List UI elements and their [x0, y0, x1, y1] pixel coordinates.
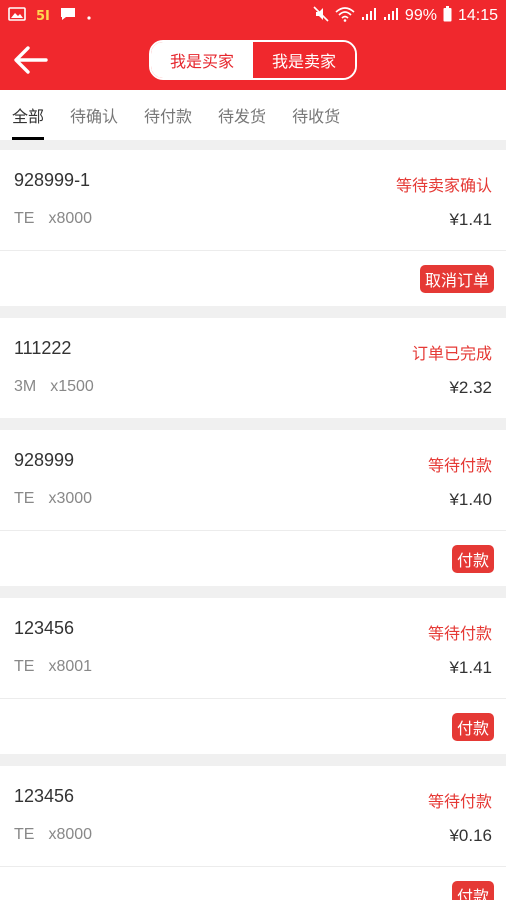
- order-number: 928999-1: [14, 170, 91, 190]
- order-brand: 3M: [14, 378, 37, 395]
- tab-pending-payment[interactable]: 待付款: [144, 90, 192, 140]
- order-status: 等待卖家确认: [395, 176, 492, 195]
- order-summary: 111222 订单已完成 3M x1500 ¥2.32: [0, 318, 506, 418]
- order-quantity: x8000: [48, 826, 93, 843]
- arrow-left-icon: [14, 46, 48, 74]
- status-left: 5I: [8, 7, 92, 25]
- cancel-order-button[interactable]: 取消订单: [419, 265, 494, 293]
- order-actions: 付款: [0, 530, 506, 586]
- order-summary: 123456 等待付款 TE x8000 ¥0.16: [0, 766, 506, 866]
- order-actions: 付款: [0, 698, 506, 754]
- seller-segment[interactable]: 我是卖家: [253, 42, 355, 78]
- back-button[interactable]: [10, 42, 50, 78]
- gallery-icon: [8, 7, 26, 25]
- order-number: 123456: [14, 618, 75, 638]
- order-quantity: x1500: [50, 378, 94, 395]
- order-status: 等待付款: [427, 456, 492, 475]
- message-icon: [60, 7, 76, 25]
- order-card[interactable]: 123456 等待付款 TE x8000 ¥0.16 付款: [0, 766, 506, 900]
- order-list: 928999-1 等待卖家确认 TE x8000 ¥1.41 取消订单 11122…: [0, 150, 506, 900]
- order-quantity: x8000: [48, 210, 93, 227]
- order-product-info: TE x3000: [14, 490, 92, 508]
- order-summary: 928999-1 等待卖家确认 TE x8000 ¥1.41: [0, 150, 506, 250]
- tab-all[interactable]: 全部: [12, 90, 45, 140]
- order-brand: TE: [14, 826, 35, 843]
- signal-icon-1: [361, 7, 377, 26]
- order-price: ¥1.41: [449, 210, 492, 229]
- order-number: 123456: [14, 786, 75, 806]
- order-price: ¥2.32: [449, 378, 492, 397]
- order-summary: 928999 等待付款 TE x3000 ¥1.40: [0, 430, 506, 530]
- header: 我是买家 我是卖家: [0, 32, 506, 90]
- wifi-icon: [335, 6, 355, 27]
- order-tabs: 全部 待确认 待付款 待发货 待收货: [0, 90, 506, 140]
- order-product-info: 3M x1500: [14, 378, 94, 396]
- pay-button[interactable]: 付款: [451, 713, 494, 741]
- order-brand: TE: [14, 210, 35, 227]
- tab-pending-receipt[interactable]: 待收货: [292, 90, 340, 140]
- tab-pending-confirm[interactable]: 待确认: [70, 90, 118, 140]
- order-actions: 取消订单: [0, 250, 506, 306]
- dot-icon: [86, 7, 92, 25]
- order-status: 等待付款: [427, 624, 492, 643]
- role-segmented-control: 我是买家 我是卖家: [149, 40, 357, 80]
- order-status: 等待付款: [427, 792, 492, 811]
- order-actions: 付款: [0, 866, 506, 900]
- order-brand: TE: [14, 658, 35, 675]
- battery-icon: [443, 5, 452, 27]
- tab-pending-shipment[interactable]: 待发货: [218, 90, 266, 140]
- order-product-info: TE x8000: [14, 826, 92, 844]
- pay-button[interactable]: 付款: [451, 545, 494, 573]
- battery-percent: 99%: [404, 7, 437, 24]
- order-status: 订单已完成: [411, 344, 492, 363]
- order-price: ¥1.41: [449, 658, 492, 677]
- order-summary: 123456 等待付款 TE x8001 ¥1.41: [0, 598, 506, 698]
- status-right: 99% 14:15: [313, 5, 498, 27]
- order-number: 928999: [14, 450, 75, 470]
- pay-button[interactable]: 付款: [451, 881, 494, 900]
- buyer-segment[interactable]: 我是买家: [151, 42, 253, 78]
- order-card[interactable]: 928999 等待付款 TE x3000 ¥1.40 付款: [0, 430, 506, 586]
- mute-icon: [313, 5, 329, 27]
- order-price: ¥0.16: [449, 826, 492, 845]
- order-quantity: x3000: [48, 490, 93, 507]
- order-product-info: TE x8001: [14, 658, 92, 676]
- clock: 14:15: [457, 7, 498, 24]
- app-51-icon: 5I: [36, 8, 50, 24]
- screen: 5I 99% 14:15 我是买家 我是卖家 全部 待确认 待付款 待发货 待收…: [0, 0, 506, 900]
- status-bar: 5I 99% 14:15: [0, 0, 506, 32]
- order-card[interactable]: 111222 订单已完成 3M x1500 ¥2.32: [0, 318, 506, 418]
- order-quantity: x8001: [48, 658, 93, 675]
- order-number: 111222: [14, 338, 72, 358]
- order-product-info: TE x8000: [14, 210, 92, 228]
- signal-icon-2: [383, 7, 399, 26]
- order-card[interactable]: 928999-1 等待卖家确认 TE x8000 ¥1.41 取消订单: [0, 150, 506, 306]
- order-brand: TE: [14, 490, 35, 507]
- order-card[interactable]: 123456 等待付款 TE x8001 ¥1.41 付款: [0, 598, 506, 754]
- order-price: ¥1.40: [449, 490, 492, 509]
